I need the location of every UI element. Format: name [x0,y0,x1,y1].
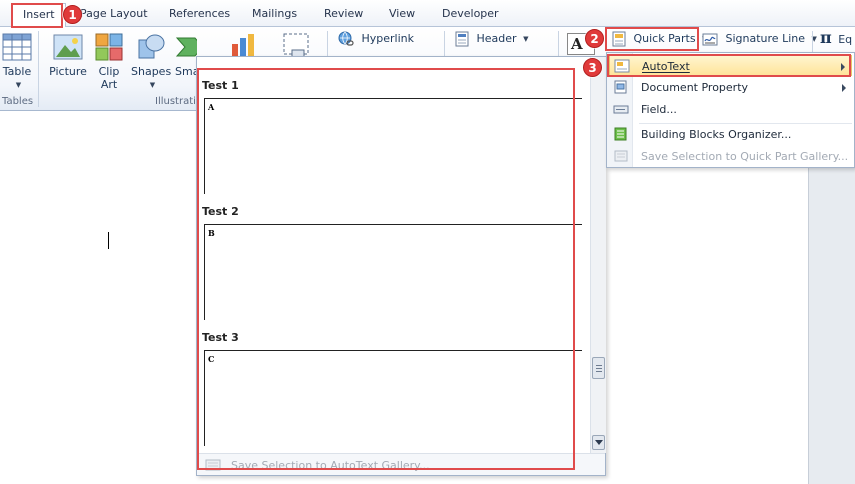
gallery-scrollbar[interactable] [590,57,606,453]
shapes-icon [138,34,165,59]
menu-item-document-property[interactable]: Document Property [609,77,852,98]
smartart-button[interactable]: Sma [175,32,197,78]
shapes-button[interactable]: Shapes ▼ [131,32,171,92]
smartart-icon [175,37,197,57]
header-icon [455,31,469,47]
grip-line [596,371,602,372]
group-separator [38,31,39,107]
building-blocks-icon [614,127,627,141]
text-caret [108,232,109,249]
tab-page-layout[interactable]: Page Layout [80,6,148,24]
chevron-down-icon: ▼ [15,80,22,89]
signature-line-label: Signature Line [725,32,806,45]
hyperlink-button[interactable]: Hyperlink [338,29,414,49]
signature-line-icon [702,33,718,46]
group-label-tables: Tables [2,96,34,107]
group-label-illustrations: Illustrati [155,96,196,107]
pi-icon: π [820,28,832,47]
menu-item-label: Building Blocks Organizer... [641,128,792,141]
menu-item-label: Document Property [641,81,749,94]
scroll-down-arrow-icon[interactable] [592,435,605,450]
step-badge-1: 1 [63,5,82,24]
save-selection-icon [614,150,628,162]
table-label: Table [2,65,32,78]
menu-item-field[interactable]: Field... [609,99,852,120]
tab-developer[interactable]: Developer [442,6,499,24]
clip-art-button[interactable]: Clip Art [93,32,125,91]
table-icon [2,33,32,61]
table-button[interactable]: Table ▼ [0,32,34,92]
tab-view[interactable]: View [389,6,415,24]
menu-item-save-selection-to-quick-part-gallery: Save Selection to Quick Part Gallery... [609,146,852,167]
step-badge-2: 2 [585,29,604,48]
equation-button[interactable]: π Eq [820,28,855,48]
picture-icon [53,34,83,60]
clip-art-label-1: Clip [98,65,120,78]
grip-line [596,368,602,369]
tab-references[interactable]: References [169,6,230,24]
picture-label: Picture [49,65,87,78]
grip-line [596,365,602,366]
shapes-label: Shapes [131,65,172,78]
smartart-label: Sma [175,65,197,78]
equation-label: Eq [838,33,853,46]
field-icon [613,105,629,114]
clip-art-icon [95,33,123,61]
clip-art-label-2: Art [100,78,118,91]
highlight-autotext-gallery [197,68,575,470]
document-property-icon [614,80,627,94]
tab-mailings[interactable]: Mailings [252,6,297,24]
picture-button[interactable]: Picture [47,32,89,78]
submenu-arrow-icon [842,84,846,92]
tab-review[interactable]: Review [324,6,363,24]
menu-item-building-blocks-organizer[interactable]: Building Blocks Organizer... [609,124,852,145]
hyperlink-icon [338,31,354,46]
highlight-quick-parts-button [605,27,699,51]
header-button[interactable]: Header ▼ [455,29,528,49]
scrollbar-thumb[interactable] [592,357,605,379]
menu-item-label: Save Selection to Quick Part Gallery... [641,150,849,163]
hyperlink-label: Hyperlink [361,32,415,45]
chevron-down-icon: ▼ [523,35,529,43]
header-label: Header [476,32,517,45]
signature-line-button[interactable]: Signature Line ▼ [702,29,817,49]
highlight-insert-tab [11,3,63,28]
ribbon-tab-strip: Insert Page Layout References Mailings R… [0,0,855,28]
step-badge-3: 3 [583,58,602,77]
chevron-down-icon: ▼ [149,80,156,89]
menu-item-label: Field... [641,103,677,116]
highlight-autotext-item [607,54,851,77]
